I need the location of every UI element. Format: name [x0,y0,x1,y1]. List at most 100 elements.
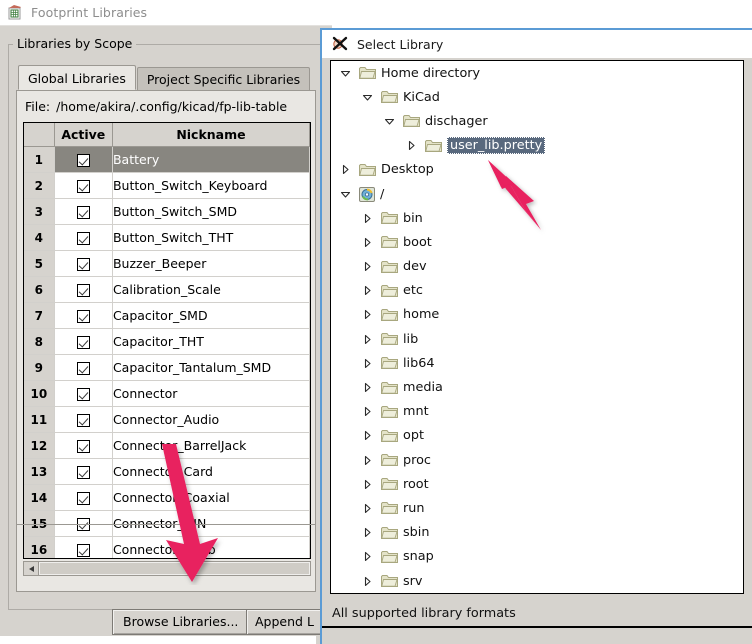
nickname-cell[interactable]: Connector_BarrelJack [112,432,310,459]
active-checkbox-cell[interactable] [54,146,113,173]
active-checkbox-cell[interactable] [54,224,113,251]
chevron-down-icon[interactable] [337,65,353,81]
table-row[interactable]: 16 Connector_Dsub [24,536,310,558]
chevron-right-icon[interactable] [359,259,375,275]
checkbox-checked-icon[interactable] [76,466,90,479]
chevron-right-icon[interactable] [337,162,353,178]
checkbox-checked-icon[interactable] [76,362,90,375]
file-type-filter[interactable]: All supported library formats [332,606,516,621]
tree-item-lib[interactable]: lib [331,327,743,351]
row-number[interactable]: 7 [24,302,55,329]
tree-item-user-lib-pretty[interactable]: user_lib.pretty [331,134,743,158]
checkbox-checked-icon[interactable] [76,544,90,557]
row-number[interactable]: 4 [24,224,55,251]
active-checkbox-cell[interactable] [54,198,113,225]
active-checkbox-cell[interactable] [54,458,113,485]
chevron-right-icon[interactable] [403,138,419,154]
column-header-nickname[interactable]: Nickname [112,123,310,147]
active-checkbox-cell[interactable] [54,406,113,433]
chevron-right-icon[interactable] [359,549,375,565]
chevron-right-icon[interactable] [359,210,375,226]
nickname-cell[interactable]: Calibration_Scale [112,276,310,303]
row-number[interactable]: 10 [24,380,55,407]
checkbox-checked-icon[interactable] [76,206,90,219]
active-checkbox-cell[interactable] [54,302,113,329]
table-row[interactable]: 13 Connector_Card [24,458,310,485]
checkbox-checked-icon[interactable] [76,440,90,453]
row-number[interactable]: 8 [24,328,55,355]
row-number[interactable]: 11 [24,406,55,433]
table-row[interactable]: 8 Capacitor_THT [24,328,310,355]
tree-item-desktop[interactable]: Desktop [331,158,743,182]
table-row[interactable]: 5 Buzzer_Beeper [24,250,310,277]
active-checkbox-cell[interactable] [54,354,113,381]
tree-item-sbin[interactable]: sbin [331,521,743,545]
chevron-right-icon[interactable] [359,573,375,589]
browse-libraries-button[interactable]: Browse Libraries... [112,609,250,635]
table-row[interactable]: 2 Button_Switch_Keyboard [24,172,310,199]
nickname-cell[interactable]: Connector_Audio [112,406,310,433]
tree-item-proc[interactable]: proc [331,448,743,472]
checkbox-checked-icon[interactable] [76,310,90,323]
chevron-right-icon[interactable] [359,380,375,396]
nickname-cell[interactable]: Button_Switch_THT [112,224,310,251]
active-checkbox-cell[interactable] [54,276,113,303]
chevron-right-icon[interactable] [359,452,375,468]
table-row[interactable]: 3 Button_Switch_SMD [24,198,310,225]
nickname-cell[interactable]: Buzzer_Beeper [112,250,310,277]
active-checkbox-cell[interactable] [54,328,113,355]
tree-item-mnt[interactable]: mnt [331,400,743,424]
row-number[interactable]: 6 [24,276,55,303]
nickname-cell[interactable]: Battery [112,146,310,173]
chevron-right-icon[interactable] [359,525,375,541]
checkbox-checked-icon[interactable] [76,388,90,401]
table-row[interactable]: 1 Battery [24,146,310,173]
chevron-right-icon[interactable] [359,307,375,323]
library-table[interactable]: Active Nickname 1 Battery 2 Button_Switch_K… [23,122,311,559]
tree-item-home[interactable]: home [331,303,743,327]
table-row[interactable]: 11 Connector_Audio [24,406,310,433]
chevron-right-icon[interactable] [359,476,375,492]
checkbox-checked-icon[interactable] [76,336,90,349]
active-checkbox-cell[interactable] [54,432,113,459]
chevron-down-icon[interactable] [381,113,397,129]
tree-item-sys[interactable]: sys [331,593,743,594]
row-number[interactable]: 13 [24,458,55,485]
nickname-cell[interactable]: Capacitor_THT [112,328,310,355]
checkbox-checked-icon[interactable] [76,258,90,271]
chevron-right-icon[interactable] [359,500,375,516]
chevron-right-icon[interactable] [359,404,375,420]
tree-item-etc[interactable]: etc [331,279,743,303]
tree-item-kicad[interactable]: KiCad [331,85,743,109]
nickname-cell[interactable]: Connector [112,380,310,407]
table-row[interactable]: 9 Capacitor_Tantalum_SMD [24,354,310,381]
tree-item-snap[interactable]: snap [331,545,743,569]
tree-item-boot[interactable]: boot [331,230,743,254]
checkbox-checked-icon[interactable] [76,284,90,297]
tree-item-dev[interactable]: dev [331,255,743,279]
chevron-right-icon[interactable] [359,234,375,250]
nickname-cell[interactable]: Connector_Card [112,458,310,485]
checkbox-checked-icon[interactable] [76,492,90,505]
chevron-right-icon[interactable] [359,355,375,371]
row-number[interactable]: 12 [24,432,55,459]
checkbox-checked-icon[interactable] [76,154,90,167]
tree-item-run[interactable]: run [331,496,743,520]
column-header-rownum[interactable] [24,123,55,147]
row-number[interactable]: 5 [24,250,55,277]
table-row[interactable]: 4 Button_Switch_THT [24,224,310,251]
scroll-left-arrow-icon[interactable] [24,562,39,575]
table-row[interactable]: 7 Capacitor_SMD [24,302,310,329]
row-number[interactable]: 14 [24,484,55,511]
tree-item-root[interactable]: root [331,472,743,496]
active-checkbox-cell[interactable] [54,380,113,407]
row-number[interactable]: 2 [24,172,55,199]
checkbox-checked-icon[interactable] [76,180,90,193]
tab-project-specific-libraries[interactable]: Project Specific Libraries [136,67,311,90]
row-number[interactable]: 3 [24,198,55,225]
nickname-cell[interactable]: Button_Switch_SMD [112,198,310,225]
table-row[interactable]: 12 Connector_BarrelJack [24,432,310,459]
tree-item-srv[interactable]: srv [331,569,743,593]
checkbox-checked-icon[interactable] [76,232,90,245]
nickname-cell[interactable]: Connector_Coaxial [112,484,310,511]
